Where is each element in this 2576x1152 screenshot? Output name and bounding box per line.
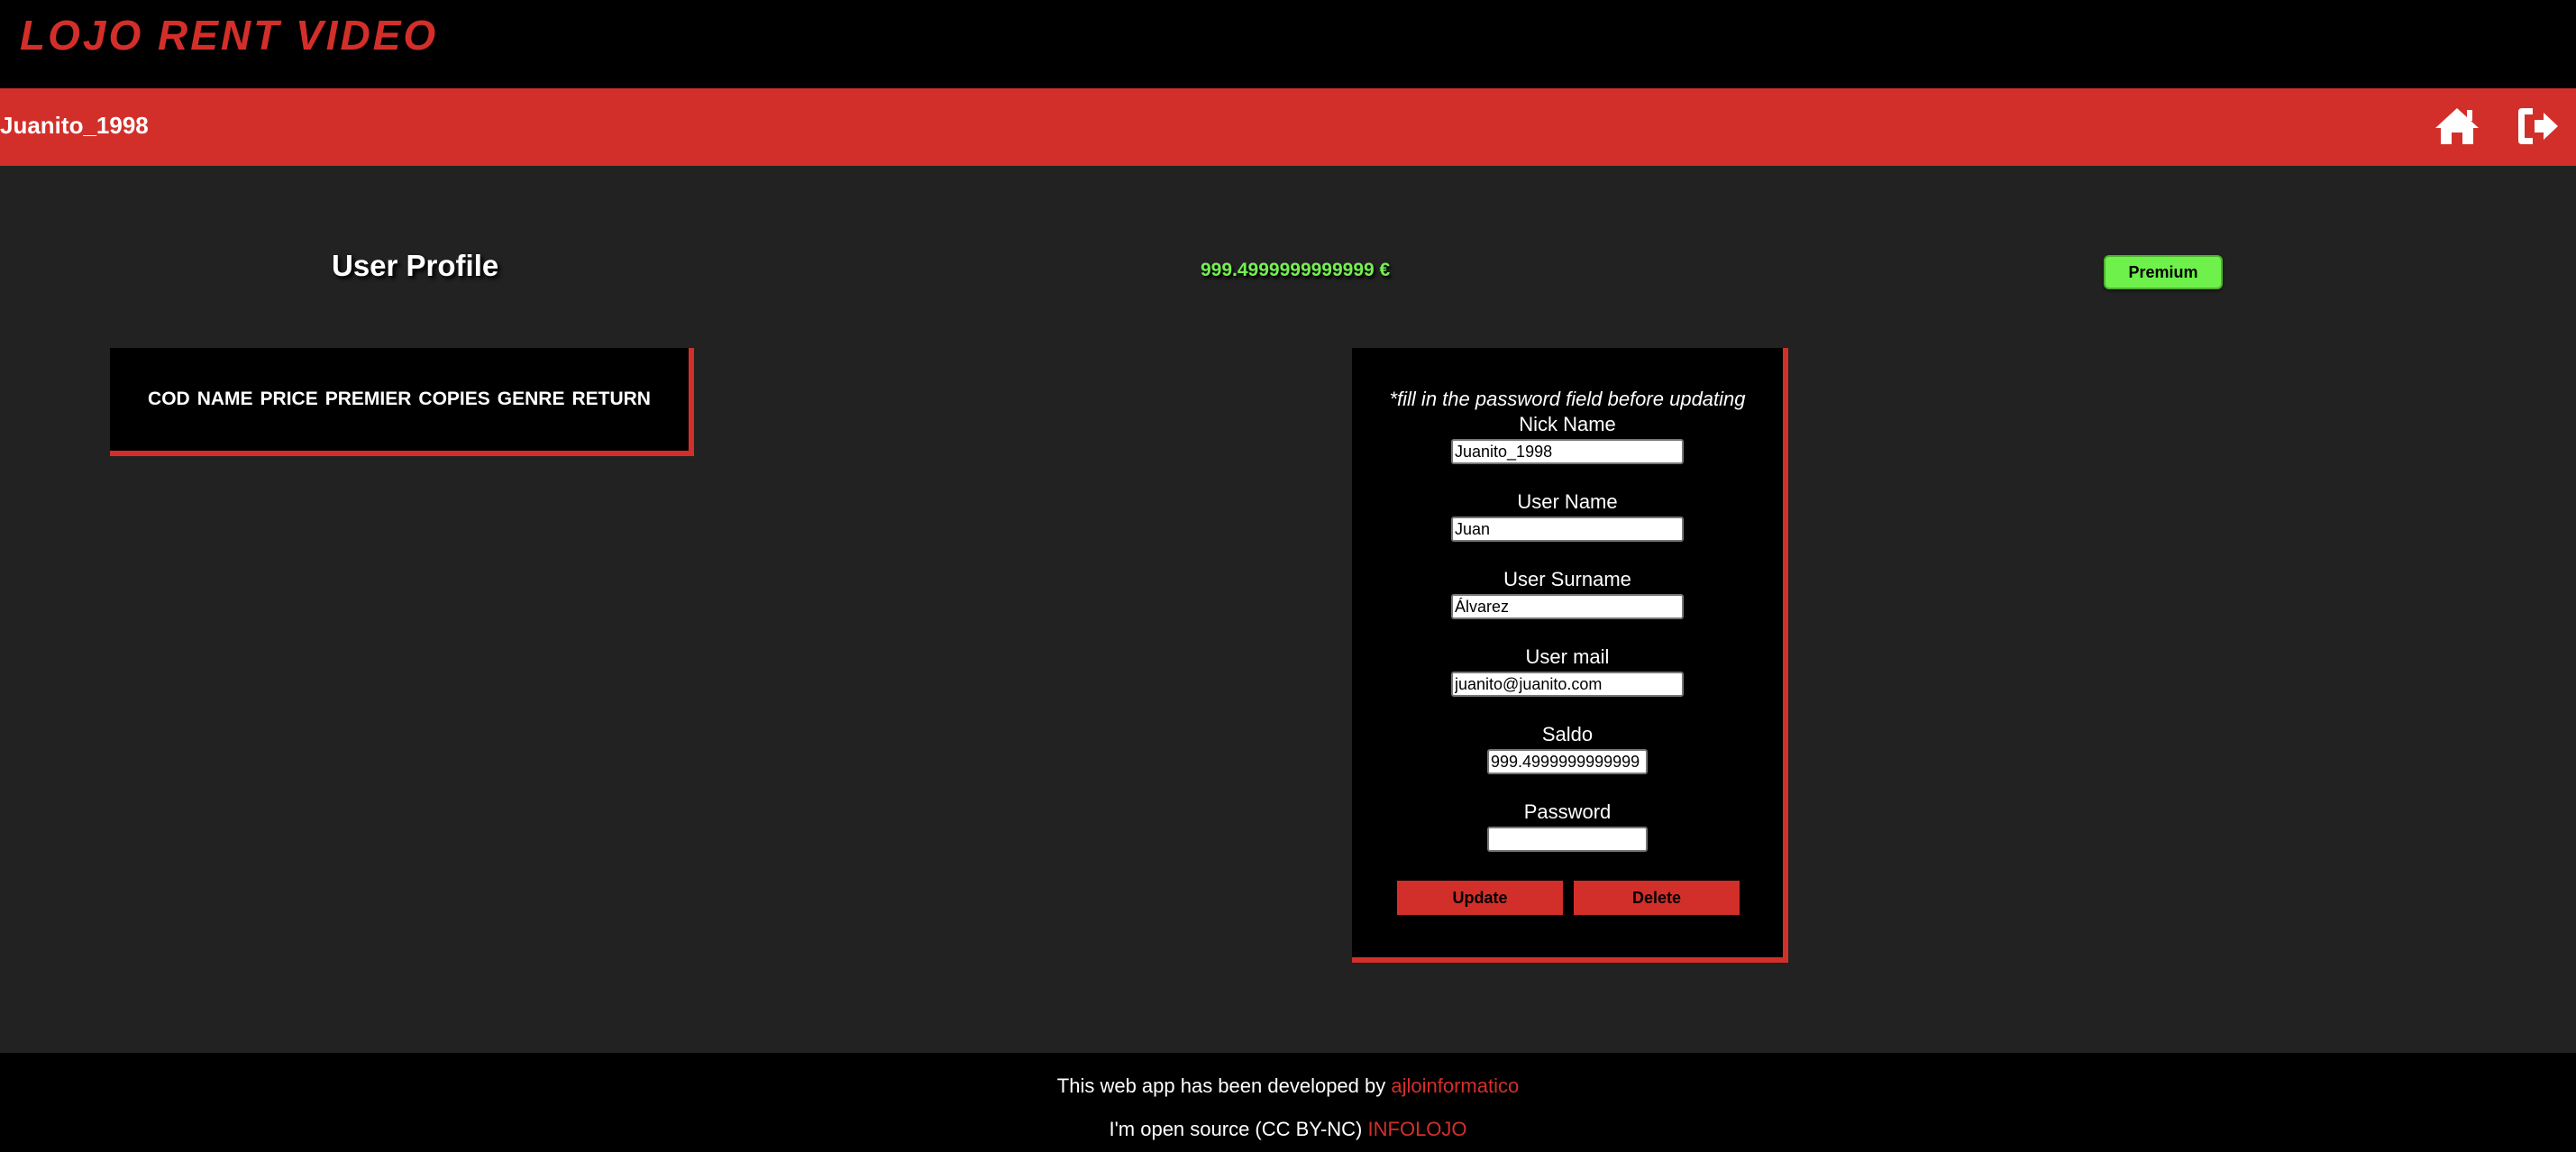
column-header-genre: GENRE <box>497 389 565 409</box>
password-label: Password <box>1523 800 1612 823</box>
infolojo-link[interactable]: INFOLOJO <box>1368 1118 1467 1140</box>
author-link[interactable]: ajloinformatico <box>1391 1074 1519 1097</box>
nav-bar: Juanito_1998 <box>0 88 2576 166</box>
table-header-row: COD NAME PRICE PREMIER COPIES GENRE RETU… <box>148 389 651 410</box>
footer-license: I'm open source (CC BY-NC) INFOLOJO <box>0 1118 2576 1141</box>
premium-button[interactable]: Premium <box>2104 255 2223 289</box>
nickname-input[interactable] <box>1451 439 1684 464</box>
footer-license-text: I'm open source (CC BY-NC) <box>1109 1118 1363 1140</box>
column-header-return: RETURN <box>571 389 651 409</box>
footer: This web app has been developed by ajloi… <box>0 1053 2576 1152</box>
password-input[interactable] <box>1487 827 1648 852</box>
rented-movies-table: COD NAME PRICE PREMIER COPIES GENRE RETU… <box>110 348 694 456</box>
email-label: User mail <box>1525 645 1610 668</box>
column-header-premier: PREMIER <box>324 389 412 409</box>
saldo-input[interactable] <box>1487 749 1648 774</box>
column-header-copies: COPIES <box>418 389 490 409</box>
brand-logo[interactable]: LOJO RENT VIDEO <box>20 11 438 59</box>
email-input[interactable] <box>1451 672 1684 697</box>
top-header: LOJO RENT VIDEO <box>0 0 2576 88</box>
nav-username: Juanito_1998 <box>0 112 149 139</box>
nickname-label: Nick Name <box>1519 413 1616 435</box>
column-header-cod: COD <box>148 389 190 409</box>
logout-icon[interactable] <box>2515 105 2562 148</box>
delete-button[interactable]: Delete <box>1574 881 1740 915</box>
column-header-price: PRICE <box>260 389 318 409</box>
profile-form: *fill in the password field before updat… <box>1352 348 1788 963</box>
footer-credit-text: This web app has been developed by <box>1056 1074 1386 1097</box>
username-input[interactable] <box>1451 517 1684 542</box>
surname-label: User Surname <box>1503 568 1631 590</box>
username-label: User Name <box>1517 490 1618 513</box>
form-note: *fill in the password field before updat… <box>1389 388 1746 410</box>
surname-input[interactable] <box>1451 594 1684 619</box>
column-header-name: NAME <box>196 389 253 409</box>
footer-credit: This web app has been developed by ajloi… <box>0 1074 2576 1098</box>
page-title: User Profile <box>332 249 499 282</box>
saldo-label: Saldo <box>1541 723 1594 745</box>
home-icon[interactable] <box>2434 105 2480 148</box>
balance-display: 999.4999999999999 € <box>1201 260 1391 280</box>
update-button[interactable]: Update <box>1397 881 1563 915</box>
